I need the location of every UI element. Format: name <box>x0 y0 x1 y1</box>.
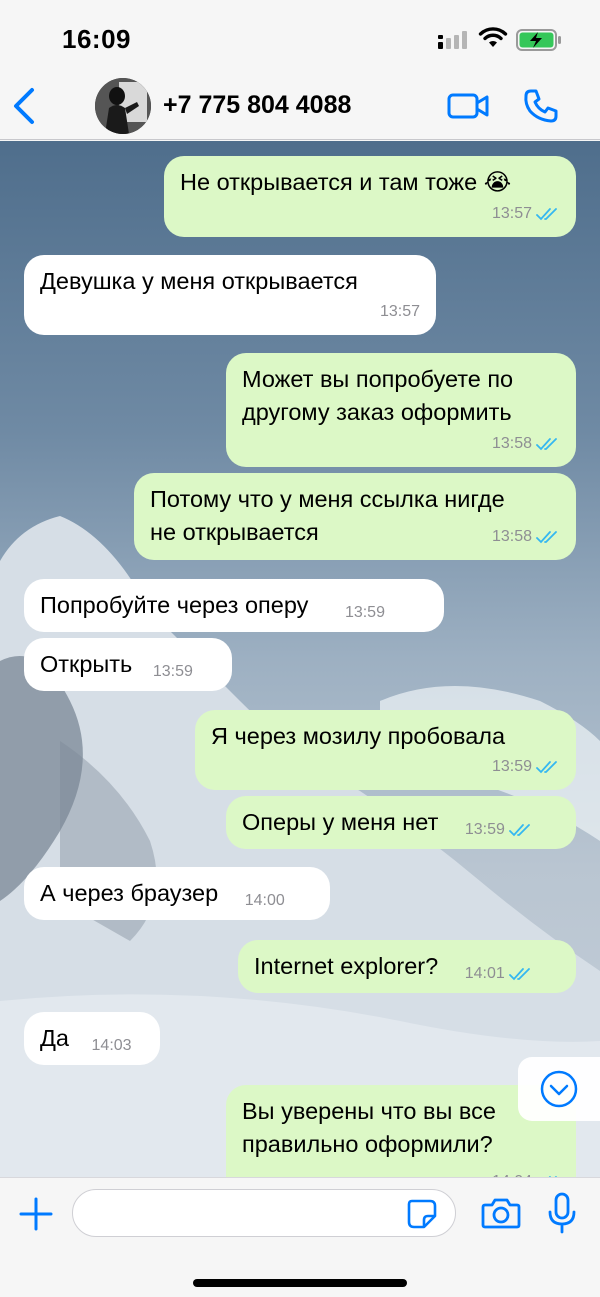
message-meta: 14:03 <box>92 1029 132 1062</box>
message-time: 13:57 <box>491 205 532 222</box>
message-text: Девушка у меня открывается <box>40 268 358 294</box>
status-bar: 16:09 <box>0 0 600 76</box>
contact-name[interactable]: +7 775 804 4088 <box>163 91 351 120</box>
message-text: Internet explorer? <box>254 953 439 979</box>
message-text: Потому что у меня ссылка нигде не открыв… <box>150 486 505 545</box>
message-meta: 13:58 <box>492 427 560 460</box>
home-indicator <box>193 1279 407 1287</box>
wifi-icon <box>478 27 508 47</box>
read-ticks-icon <box>536 207 557 220</box>
message-text: Попробуйте через оперу <box>40 592 309 618</box>
message-time: 13:59 <box>491 758 532 775</box>
read-ticks-icon <box>509 823 530 836</box>
plus-icon[interactable] <box>18 1196 54 1232</box>
message-text: Вы уверены что вы все правильно оформили… <box>242 1098 496 1157</box>
microphone-icon[interactable] <box>546 1192 578 1234</box>
read-ticks-icon <box>508 967 530 980</box>
message-time: 13:58 <box>491 435 532 452</box>
chevron-down-icon <box>540 1070 578 1108</box>
message-text: Оперы у меня нет <box>242 809 439 835</box>
message-outgoing[interactable]: Потому что у меня ссылка нигде не открыв… <box>134 473 576 560</box>
message-meta: 13:59 <box>492 750 560 783</box>
read-ticks-icon <box>536 437 557 450</box>
message-meta: 13:59 <box>465 813 533 846</box>
message-time: 13:59 <box>464 821 505 838</box>
message-outgoing[interactable]: Оперы у меня нет 13:59 <box>226 796 576 849</box>
message-outgoing[interactable]: Я через мозилу пробовала 13:59 <box>195 710 576 790</box>
message-meta: 13:59 <box>345 596 385 629</box>
sticker-icon[interactable] <box>406 1198 438 1230</box>
message-incoming[interactable]: Да 14:03 <box>24 1012 160 1065</box>
message-text: Может вы попробуете по другому заказ офо… <box>242 366 514 425</box>
message-meta: 13:57 <box>380 295 420 328</box>
message-meta: 13:59 <box>153 655 193 688</box>
message-outgoing[interactable]: Не открывается и там тоже 😭 13:57 <box>164 156 576 237</box>
message-input[interactable] <box>72 1189 456 1237</box>
back-button[interactable] <box>10 84 38 128</box>
scroll-to-bottom-button[interactable] <box>518 1057 600 1121</box>
message-outgoing[interactable]: Может вы попробуете по другому заказ офо… <box>226 353 576 467</box>
message-text: Не открывается и там тоже 😭 <box>180 169 512 195</box>
phone-call-icon[interactable] <box>522 87 560 125</box>
message-text: Да <box>40 1025 69 1051</box>
message-incoming[interactable]: Открыть 13:59 <box>24 638 232 691</box>
message-incoming[interactable]: А через браузер 14:00 <box>24 867 330 920</box>
message-text: А через браузер <box>40 880 219 906</box>
message-outgoing[interactable]: Internet explorer? 14:01 <box>238 940 576 993</box>
message-time: 13:59 <box>344 604 385 621</box>
message-time: 14:01 <box>464 965 505 982</box>
message-meta: 13:58 <box>492 520 560 553</box>
chat-header: +7 775 804 4088 <box>0 76 600 140</box>
cellular-signal-icon <box>438 31 467 49</box>
message-time: 13:58 <box>491 528 532 545</box>
message-time: 14:03 <box>91 1037 132 1054</box>
input-bar <box>0 1177 600 1297</box>
message-time: 13:59 <box>152 663 193 680</box>
video-call-icon[interactable] <box>446 90 490 122</box>
status-time: 16:09 <box>62 24 131 54</box>
read-ticks-icon <box>536 760 557 773</box>
message-incoming[interactable]: Попробуйте через оперу 13:59 <box>24 579 444 632</box>
message-meta: 14:01 <box>465 957 533 990</box>
battery-charging-icon <box>516 29 561 51</box>
camera-icon[interactable] <box>481 1197 521 1229</box>
message-time: 14:00 <box>244 892 285 909</box>
message-text: Открыть <box>40 651 133 677</box>
message-meta: 14:00 <box>245 884 285 917</box>
message-time: 13:57 <box>379 303 420 320</box>
message-text: Я через мозилу пробовала <box>211 723 506 749</box>
message-meta: 13:57 <box>492 197 560 230</box>
read-ticks-icon <box>536 530 557 543</box>
message-incoming[interactable]: Девушка у меня открывается 13:57 <box>24 255 436 335</box>
contact-avatar[interactable] <box>95 78 151 134</box>
